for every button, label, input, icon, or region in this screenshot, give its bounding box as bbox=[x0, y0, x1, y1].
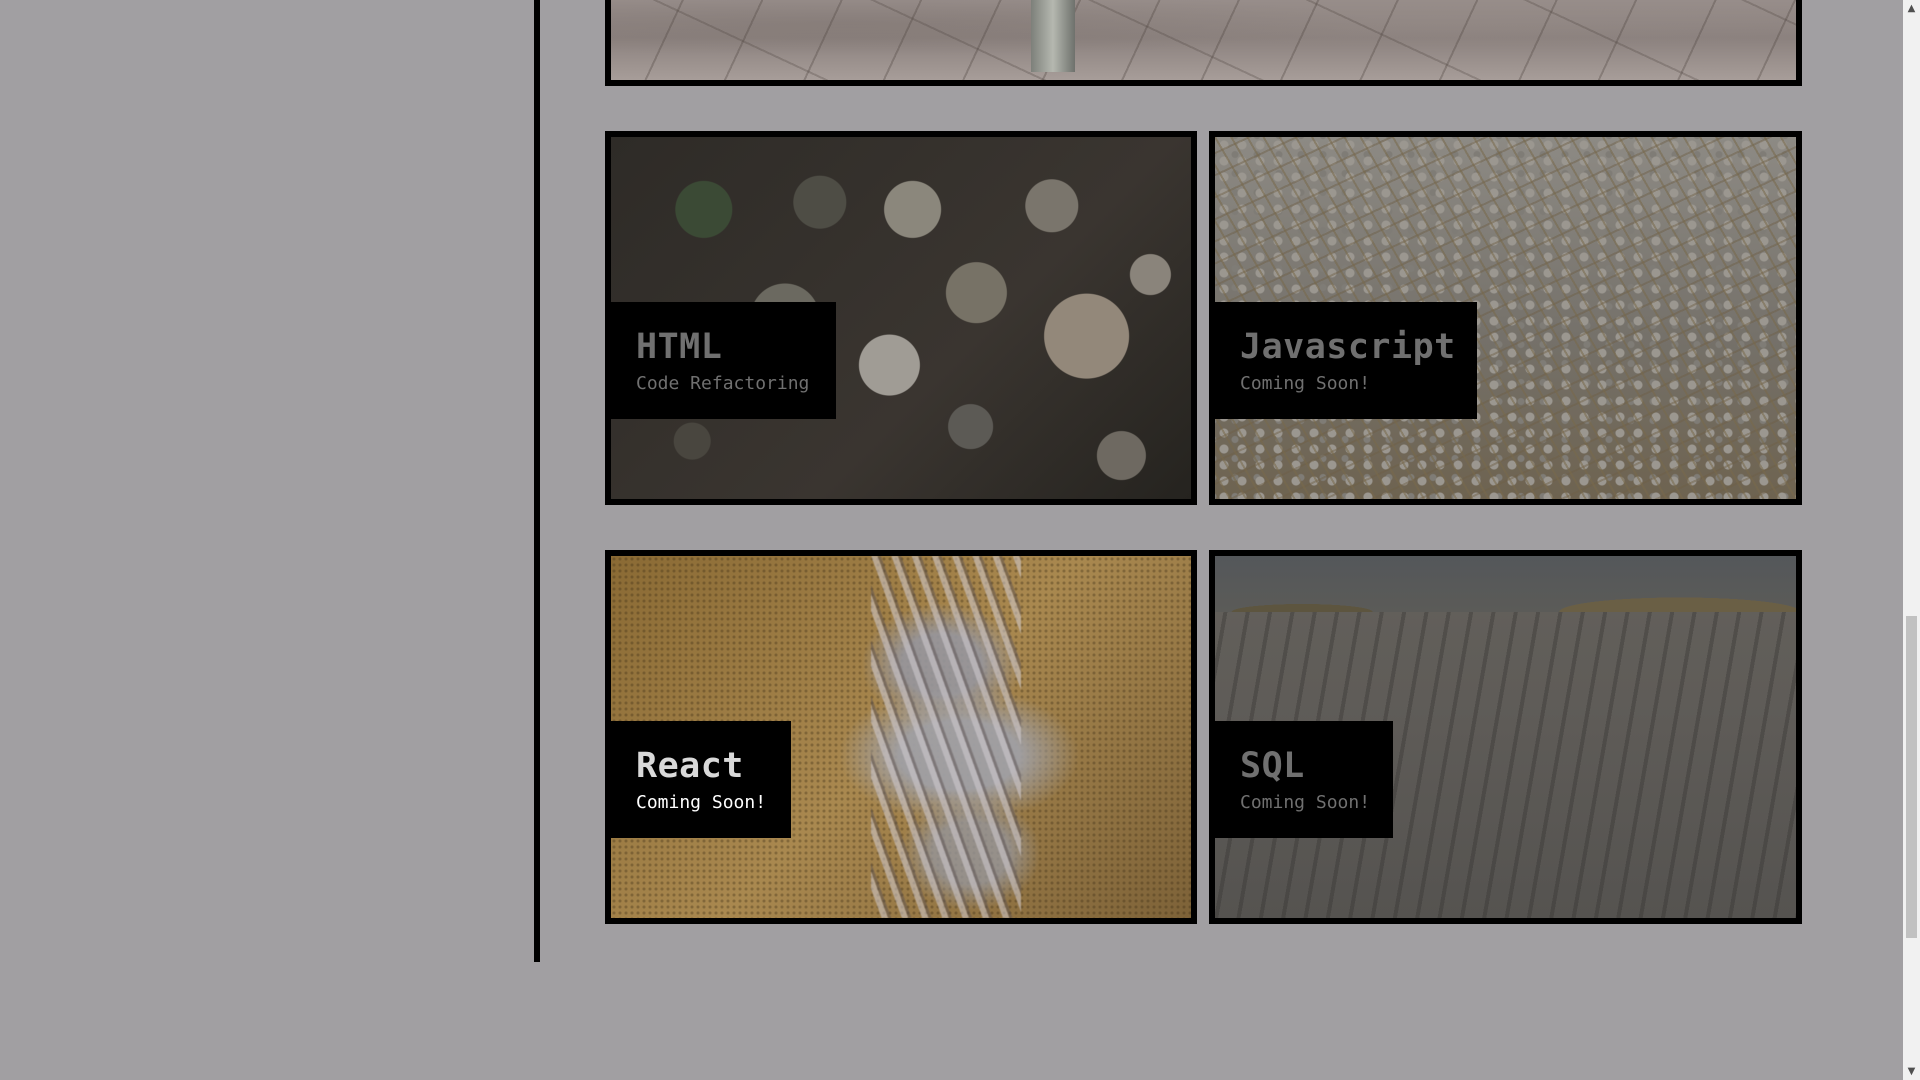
project-subtitle: Coming Soon! bbox=[1240, 792, 1371, 813]
project-label: SQL Coming Soon! bbox=[1215, 721, 1393, 838]
vertical-scrollbar[interactable]: ▲ ▼ bbox=[1903, 0, 1920, 1080]
project-card-javascript[interactable]: Javascript Coming Soon! bbox=[1209, 131, 1802, 505]
card-background-image bbox=[611, 0, 1796, 80]
project-title: HTML bbox=[636, 327, 723, 367]
project-title: Javascript bbox=[1240, 327, 1456, 367]
project-subtitle: Code Refactoring bbox=[636, 373, 810, 394]
project-subtitle: Coming Soon! bbox=[1240, 373, 1371, 394]
project-card-sql[interactable]: SQL Coming Soon! bbox=[1209, 550, 1802, 924]
project-card-html[interactable]: HTML Code Refactoring bbox=[605, 131, 1197, 505]
project-label: HTML Code Refactoring bbox=[611, 302, 836, 419]
project-card-react[interactable]: React Coming Soon! bbox=[605, 550, 1197, 924]
project-subtitle: Coming Soon! bbox=[636, 792, 767, 813]
card-background-image bbox=[1215, 556, 1796, 612]
chevron-up-icon[interactable]: ▲ bbox=[1903, 0, 1920, 17]
project-label: React Coming Soon! bbox=[611, 721, 791, 838]
sidebar-divider bbox=[534, 0, 540, 962]
card-background-image bbox=[871, 556, 1021, 918]
card-background-strap bbox=[1031, 0, 1075, 72]
scrollbar-thumb[interactable] bbox=[1906, 616, 1917, 938]
project-title: SQL bbox=[1240, 746, 1305, 786]
project-label: Javascript Coming Soon! bbox=[1215, 302, 1477, 419]
project-card-top[interactable] bbox=[605, 0, 1802, 86]
chevron-down-icon[interactable]: ▼ bbox=[1903, 1063, 1920, 1080]
project-title: React bbox=[636, 746, 744, 786]
